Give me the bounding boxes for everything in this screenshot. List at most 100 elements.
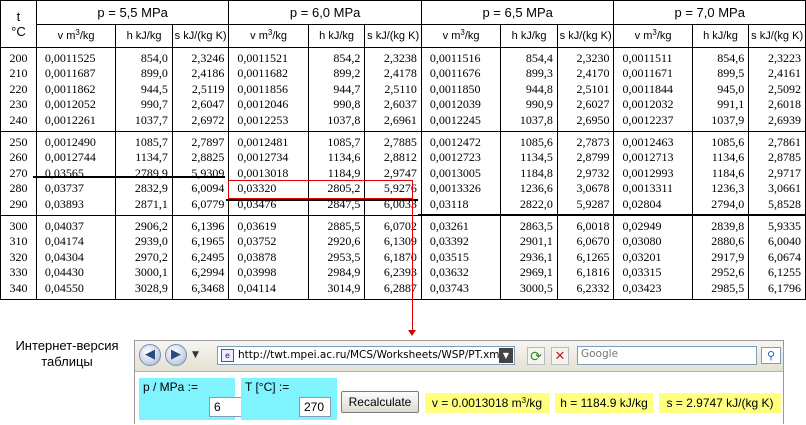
table-value: 2,4178 xyxy=(383,66,417,81)
table-value: 0,03392 xyxy=(429,234,469,249)
lookup-highlight-box xyxy=(228,180,413,199)
table-value: 5,9287 xyxy=(576,196,610,211)
history-dropdown-icon[interactable]: ▼ xyxy=(192,350,199,360)
column-header-v: v m3/kg xyxy=(228,24,309,48)
table-value: 6,3468 xyxy=(191,280,225,295)
table-value: 0,0011521 xyxy=(237,51,288,65)
table-value: 0,0011676 xyxy=(429,66,481,81)
table-value: 0,04174 xyxy=(44,234,84,249)
table-value: 0,0012993 xyxy=(622,165,674,180)
table-value: 0,0012723 xyxy=(429,150,481,165)
table-value: 6,0674 xyxy=(768,249,801,264)
table-value: 6,1396 xyxy=(191,219,225,234)
search-input[interactable] xyxy=(581,348,751,360)
table-value: 5,8528 xyxy=(768,196,801,211)
temperature-input[interactable] xyxy=(299,397,331,417)
table-value: 0,03737 xyxy=(44,181,84,196)
specific-volume-cell: 0,0011525 0,0011687 0,0011862 0,0012052 0,00… xyxy=(35,46,117,133)
browser-toolbar: ◀ ▶ ▼ e http://twt.mpei.ac.ru/MCS/Worksh… xyxy=(135,341,783,372)
table-value: 899,3 xyxy=(525,66,553,81)
column-header-v: v m3/kg xyxy=(420,24,502,48)
table-value: 2920,6 xyxy=(327,234,361,249)
table-value: 0,0011844 xyxy=(622,81,673,96)
temperature-values: 300 310 320 330 340 xyxy=(0,215,37,301)
table-value: 0,0012253 xyxy=(237,112,289,127)
table-value: 5,9335 xyxy=(768,219,801,234)
table-value: 990,7 xyxy=(140,97,168,112)
table-value: 990,8 xyxy=(333,97,361,112)
table-value: 2,8825 xyxy=(191,150,225,165)
table-value: 0,0012046 xyxy=(237,97,289,112)
table-value: 1184,9 xyxy=(327,165,361,180)
table-value: 0,03743 xyxy=(429,280,469,295)
column-header-h: h kJ/kg xyxy=(307,24,366,48)
table-value: 0,0011511 xyxy=(622,51,673,65)
entropy-cell: 2,3223 2,4161 2,5092 2,6018 2,6939 xyxy=(748,46,806,133)
table-value: 6,0702 xyxy=(383,219,417,234)
address-bar[interactable]: e http://twt.mpei.ac.ru/MCS/Worksheets/W… xyxy=(217,346,515,365)
pressure-input[interactable] xyxy=(209,397,243,417)
entropy-result: s = 2.9747 kJ/(kg K) xyxy=(659,393,781,413)
table-value: 0,0012261 xyxy=(44,112,96,127)
browser-window: ◀ ▶ ▼ e http://twt.mpei.ac.ru/MCS/Worksh… xyxy=(134,340,784,424)
table-value: 2,5092 xyxy=(768,81,801,96)
temperature-values: 200 210 220 230 240 xyxy=(0,46,37,133)
table-value: 2,6972 xyxy=(191,112,225,127)
table-value: 854,4 xyxy=(525,51,553,65)
table-value: 6,0779 xyxy=(191,196,225,211)
address-dropdown-icon[interactable]: ▼ xyxy=(499,348,513,363)
search-engine-icon[interactable]: ⚲ xyxy=(761,347,781,364)
table-value: 1236,3 xyxy=(711,181,745,196)
table-value: 0,0012734 xyxy=(237,150,289,165)
table-value: 2,6027 xyxy=(576,97,610,112)
temperature-value: 250 xyxy=(9,135,28,150)
table-value: 0,03315 xyxy=(622,265,662,280)
stop-button[interactable]: ✕ xyxy=(551,347,569,365)
table-value: 1134,6 xyxy=(711,150,745,165)
table-value: 2,3238 xyxy=(383,51,417,65)
v-result-sup: 3 xyxy=(521,396,527,405)
refresh-button[interactable]: ⟳ xyxy=(527,347,545,365)
table-value: 0,0011671 xyxy=(622,66,673,81)
temperature-value: 330 xyxy=(9,265,28,280)
table-value: 0,03998 xyxy=(237,265,277,280)
table-value: 2985,5 xyxy=(711,280,745,295)
search-box[interactable] xyxy=(577,346,757,365)
specific-volume-cell: 0,03261 0,03392 0,03515 0,03632 0,03743 xyxy=(420,215,502,301)
forward-button[interactable]: ▶ xyxy=(165,344,187,366)
table-value: 1134,5 xyxy=(520,150,553,165)
table-value: 0,0011516 xyxy=(429,51,481,65)
table-value: 2,8785 xyxy=(768,150,801,165)
table-value: 3028,9 xyxy=(134,280,168,295)
table-value: 0,03632 xyxy=(429,265,469,280)
table-value: 3,0661 xyxy=(768,181,801,196)
entropy-cell: 2,3246 2,4186 2,5119 2,6047 2,6972 xyxy=(171,46,230,133)
pressure-header-1: p = 5,5 MPa xyxy=(35,0,230,25)
phase-boundary-line-1 xyxy=(33,176,225,178)
table-value: 1037,8 xyxy=(327,112,361,127)
enthalpy-cell: 854,6 899,5 945,0 991,1 1037,9 xyxy=(691,46,750,133)
table-value: 991,1 xyxy=(717,97,745,112)
back-button[interactable]: ◀ xyxy=(139,344,161,366)
temperature-value: 270 xyxy=(9,165,28,180)
entropy-cell: 2,3230 2,4170 2,5101 2,6027 2,6950 xyxy=(556,46,615,133)
table-value: 6,1255 xyxy=(768,265,801,280)
table-value: 0,03118 xyxy=(429,196,469,211)
table-value: 2,6018 xyxy=(768,97,801,112)
temperature-value: 230 xyxy=(9,97,28,112)
temperature-value: 260 xyxy=(9,150,28,165)
enthalpy-cell: 854,2 899,2 944,7 990,8 1037,8 xyxy=(307,46,366,133)
address-url[interactable]: http://twt.mpei.ac.ru/MCS/Worksheets/WSP… xyxy=(238,349,512,361)
table-value: 0,03423 xyxy=(622,280,662,295)
table-value: 2,4170 xyxy=(576,66,610,81)
recalculate-button[interactable]: Recalculate xyxy=(341,391,419,413)
table-value: 0,0011850 xyxy=(429,81,481,96)
table-value: 5,9309 xyxy=(191,165,225,180)
table-value: 6,1265 xyxy=(576,249,610,264)
table-value: 6,0670 xyxy=(576,234,610,249)
column-header-s: s kJ/(kg K) xyxy=(748,24,806,48)
table-value: 0,04430 xyxy=(44,265,84,280)
table-value: 6,0040 xyxy=(768,234,801,249)
table-value: 2,5101 xyxy=(576,81,610,96)
specific-volume-cell: 0,0012481 0,0012734 0,0013018 0,03320 0,0347… xyxy=(228,131,309,217)
